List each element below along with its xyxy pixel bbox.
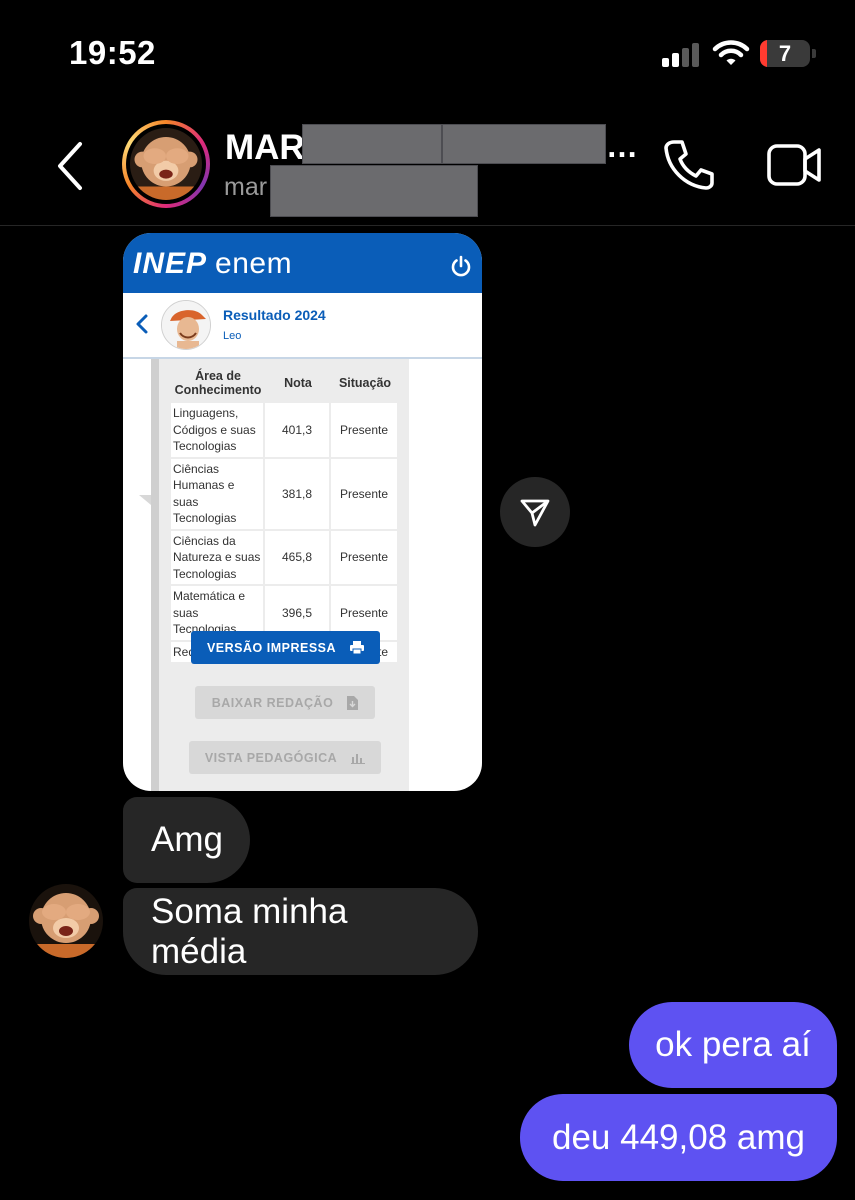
- area-cell: Linguagens, Códigos e suas Tecnologias: [171, 403, 265, 459]
- contact-avatar[interactable]: [122, 120, 210, 208]
- situacao-cell: Presente: [331, 530, 399, 586]
- name-truncation-ellipsis: …: [606, 128, 638, 164]
- chevron-left-icon: [136, 314, 148, 334]
- redaction-block: [442, 124, 606, 164]
- contact-username[interactable]: mar: [224, 173, 267, 202]
- message-bubble-outgoing[interactable]: ok pera aí: [629, 1002, 837, 1088]
- print-version-label: VERSÃO IMPRESSA: [206, 640, 337, 655]
- battery-cap: [812, 49, 816, 58]
- table-row: Ciências Humanas e suas Tecnologias 381,…: [171, 458, 399, 531]
- result-user: Leo: [223, 330, 242, 342]
- share-button[interactable]: [500, 477, 570, 547]
- nota-cell: 401,3: [265, 403, 331, 459]
- area-cell: Ciências Humanas e suas Tecnologias: [171, 458, 265, 531]
- message-bubble-outgoing[interactable]: deu 449,08 amg: [520, 1094, 837, 1181]
- column-header-nota: Nota: [284, 376, 312, 390]
- results-table: Área de Conhecimento Nota Situação Lingu…: [171, 363, 399, 664]
- download-essay-button: BAIXAR REDAÇÃO: [195, 686, 375, 719]
- sender-avatar[interactable]: [29, 884, 103, 958]
- battery-level: 7: [778, 41, 792, 66]
- battery-indicator: 7: [760, 40, 810, 67]
- table-row: Ciências da Natureza e suas Tecnologias …: [171, 530, 399, 586]
- nota-cell: 381,8: [265, 458, 331, 531]
- nota-cell: 465,8: [265, 530, 331, 586]
- contact-name[interactable]: MAR: [225, 128, 305, 168]
- inep-enem-logo: INEP enem: [133, 247, 293, 280]
- column-header-situacao: Situação: [338, 376, 392, 390]
- wifi-icon: [712, 40, 750, 65]
- video-camera-icon[interactable]: [765, 140, 825, 190]
- cellular-signal-icon: [662, 43, 702, 67]
- pedagogic-view-button: VISTA PEDAGÓGICA: [189, 741, 381, 774]
- redaction-block: [270, 165, 478, 217]
- message-text: Soma minha média: [151, 891, 348, 971]
- panel-tab-marker: [139, 495, 151, 505]
- shared-screenshot[interactable]: INEP enem Resultado 2024 Leo Área de Conh…: [123, 233, 482, 791]
- message-text: Amg: [151, 820, 223, 859]
- redaction-block: [302, 124, 442, 164]
- message-text: deu 449,08 amg: [552, 1117, 805, 1157]
- header-divider: [0, 225, 855, 226]
- bar-chart-icon: [351, 753, 366, 764]
- printer-icon: [350, 641, 365, 654]
- result-title: Resultado 2024: [223, 307, 326, 323]
- situacao-cell: Presente: [331, 458, 399, 531]
- message-text: ok pera aí: [655, 1025, 811, 1064]
- column-header-area: Área de Conhecimento: [174, 369, 262, 397]
- table-row: Linguagens, Códigos e suas Tecnologias 4…: [171, 403, 399, 459]
- status-time: 19:52: [69, 34, 156, 71]
- area-cell: Ciências da Natureza e suas Tecnologias: [171, 530, 265, 586]
- phone-icon[interactable]: [660, 136, 718, 194]
- user-avatar: [161, 300, 211, 350]
- print-version-button: VERSÃO IMPRESSA: [191, 631, 380, 664]
- send-icon: [520, 499, 550, 527]
- message-bubble-incoming[interactable]: Amg: [123, 797, 250, 883]
- download-file-icon: [347, 695, 359, 710]
- back-icon[interactable]: [48, 138, 92, 194]
- download-essay-label: BAIXAR REDAÇÃO: [211, 695, 334, 710]
- monkey-avatar-image: [130, 128, 202, 200]
- power-icon: [451, 255, 471, 277]
- message-bubble-incoming[interactable]: Soma minha média: [123, 888, 478, 975]
- situacao-cell: Presente: [331, 403, 399, 459]
- pedagogic-view-label: VISTA PEDAGÓGICA: [204, 750, 338, 765]
